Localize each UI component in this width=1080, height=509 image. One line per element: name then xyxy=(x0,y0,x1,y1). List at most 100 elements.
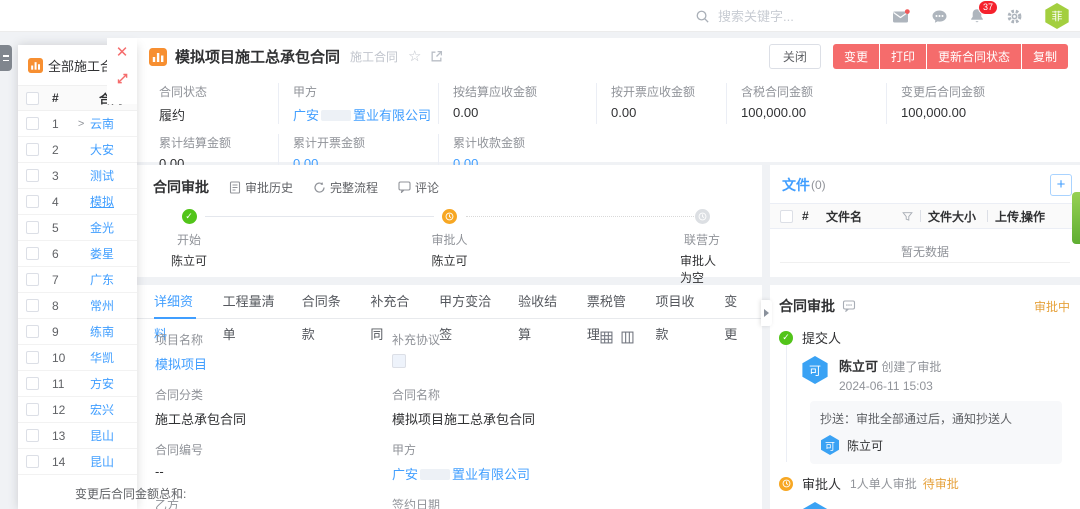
row-checkbox[interactable] xyxy=(26,195,39,208)
field-value: -- xyxy=(155,464,164,479)
filter-icon[interactable] xyxy=(902,211,913,222)
right-edge-pill[interactable] xyxy=(1072,192,1080,244)
comment-link[interactable]: 评论 xyxy=(398,179,439,196)
comment-icon[interactable] xyxy=(842,300,856,312)
contract-link[interactable]: 金光 xyxy=(90,219,114,236)
table-row[interactable]: 5 金光 xyxy=(18,215,137,241)
tab[interactable]: 详细资料 xyxy=(154,285,196,319)
global-search[interactable] xyxy=(695,0,868,32)
contract-link[interactable]: 方安 xyxy=(90,375,114,392)
search-input[interactable] xyxy=(718,9,868,24)
status-badge: 审批中 xyxy=(1034,298,1070,315)
contract-link[interactable]: 娄星 xyxy=(90,245,114,262)
row-checkbox[interactable] xyxy=(26,403,39,416)
row-checkbox[interactable] xyxy=(26,169,39,182)
row-checkbox[interactable] xyxy=(26,429,39,442)
contract-link[interactable]: 练南 xyxy=(90,323,114,340)
row-checkbox[interactable] xyxy=(26,455,39,468)
submitter-label: 提交人 xyxy=(802,328,841,347)
table-row[interactable]: 3 测试 xyxy=(18,163,137,189)
select-all-checkbox[interactable] xyxy=(26,92,39,105)
grid-view-icon[interactable] xyxy=(600,331,613,344)
detail-field: 项目名称 模拟项目 xyxy=(155,331,392,373)
contract-link[interactable]: 云南 xyxy=(90,115,114,132)
full-process-link[interactable]: 完整流程 xyxy=(313,179,378,196)
tab[interactable]: 项目收款 xyxy=(656,285,698,319)
action-button[interactable]: 复制 xyxy=(1022,44,1068,69)
sidebar-collapse-handle[interactable] xyxy=(0,45,12,71)
contract-link[interactable]: 模拟 xyxy=(90,193,114,210)
row-checkbox[interactable] xyxy=(26,299,39,312)
chat-icon[interactable] xyxy=(931,9,948,24)
contract-link[interactable]: 昆山 xyxy=(90,427,114,444)
row-checkbox[interactable] xyxy=(26,377,39,390)
table-row[interactable]: 11 方安 xyxy=(18,371,137,397)
table-row[interactable]: 13 昆山 xyxy=(18,423,137,449)
contract-link[interactable]: 大安 xyxy=(90,141,114,158)
mail-icon[interactable] xyxy=(892,9,910,24)
tab[interactable]: 票税管理 xyxy=(587,285,629,319)
tab[interactable]: 合同条款 xyxy=(302,285,344,319)
expand-row-icon[interactable]: > xyxy=(78,118,84,130)
contract-link[interactable]: 广东 xyxy=(90,271,114,288)
row-checkbox[interactable] xyxy=(26,325,39,338)
action-button[interactable]: 打印 xyxy=(880,44,926,69)
approval-history-link[interactable]: 审批历史 xyxy=(229,179,293,196)
close-button[interactable]: 关闭 xyxy=(769,44,821,69)
empty-placeholder: 暂无数据 xyxy=(770,243,1080,260)
table-row[interactable]: 2 大安 xyxy=(18,137,137,163)
avatar[interactable]: 可 xyxy=(801,502,829,509)
contract-link[interactable]: 华凯 xyxy=(90,349,114,366)
contract-link[interactable]: 昆山 xyxy=(90,453,114,470)
table-row[interactable]: 1 > 云南 xyxy=(18,111,137,137)
field-value: 100,000.00 xyxy=(901,105,966,120)
expand-icon[interactable] xyxy=(116,72,129,85)
panel-collapse-handle[interactable] xyxy=(761,300,772,326)
close-icon[interactable]: ✕ xyxy=(116,46,129,60)
table-row[interactable]: 9 练南 xyxy=(18,319,137,345)
table-row[interactable]: 12 宏兴 xyxy=(18,397,137,423)
field-value-suffix: 置业有限公司 xyxy=(353,108,431,123)
row-checkbox[interactable] xyxy=(26,273,39,286)
action-button[interactable]: 更新合同状态 xyxy=(927,44,1021,69)
row-checkbox[interactable] xyxy=(26,221,39,234)
table-row[interactable]: 8 常州 xyxy=(18,293,137,319)
action-button[interactable]: 变更 xyxy=(833,44,879,69)
column-view-icon[interactable] xyxy=(621,331,634,344)
tab[interactable]: 补充合同 xyxy=(370,285,412,319)
tab[interactable]: 工程量清单 xyxy=(223,285,275,319)
contract-link[interactable]: 测试 xyxy=(90,167,114,184)
row-checkbox[interactable] xyxy=(26,143,39,156)
approval-panel-title: 合同审批 xyxy=(779,296,835,316)
table-row[interactable]: 6 娄星 xyxy=(18,241,137,267)
avatar[interactable]: 菲 xyxy=(1044,3,1070,29)
table-row[interactable]: 10 华凯 xyxy=(18,345,137,371)
row-checkbox[interactable] xyxy=(26,247,39,260)
gear-icon[interactable] xyxy=(1006,8,1023,25)
external-link-icon[interactable] xyxy=(430,50,443,63)
field-label: 按结算应收金额 xyxy=(453,83,600,100)
table-row[interactable]: 14 昆山 xyxy=(18,449,137,475)
files-table-header: # 文件名 文件大小 上传人 操作 xyxy=(770,203,1080,229)
tab[interactable]: 验收结算 xyxy=(518,285,560,319)
row-index: 14 xyxy=(52,455,72,469)
row-checkbox[interactable] xyxy=(26,117,39,130)
table-row[interactable]: 4 模拟 xyxy=(18,189,137,215)
supplement-checkbox[interactable] xyxy=(392,354,406,368)
tab[interactable]: 甲方变洽签 xyxy=(439,285,491,319)
add-file-button[interactable]: + xyxy=(1050,174,1072,196)
avatar[interactable]: 可 xyxy=(801,356,829,384)
field-label: 合同分类 xyxy=(155,386,392,403)
table-row[interactable]: 7 广东 xyxy=(18,267,137,293)
avatar[interactable]: 可 xyxy=(820,435,840,455)
files-select-all-checkbox[interactable] xyxy=(780,210,793,223)
favorite-star-icon[interactable]: ☆ xyxy=(408,49,421,64)
detail-field: 乙方 苏州机电工程有限公司 xyxy=(155,496,392,509)
contract-link[interactable]: 宏兴 xyxy=(90,401,114,418)
column-index: # xyxy=(52,91,72,105)
bell-icon[interactable]: 37 xyxy=(969,8,985,24)
row-checkbox[interactable] xyxy=(26,351,39,364)
detail-field: 补充协议 xyxy=(392,331,762,373)
tab[interactable]: 变更 xyxy=(724,285,745,319)
contract-link[interactable]: 常州 xyxy=(90,297,114,314)
